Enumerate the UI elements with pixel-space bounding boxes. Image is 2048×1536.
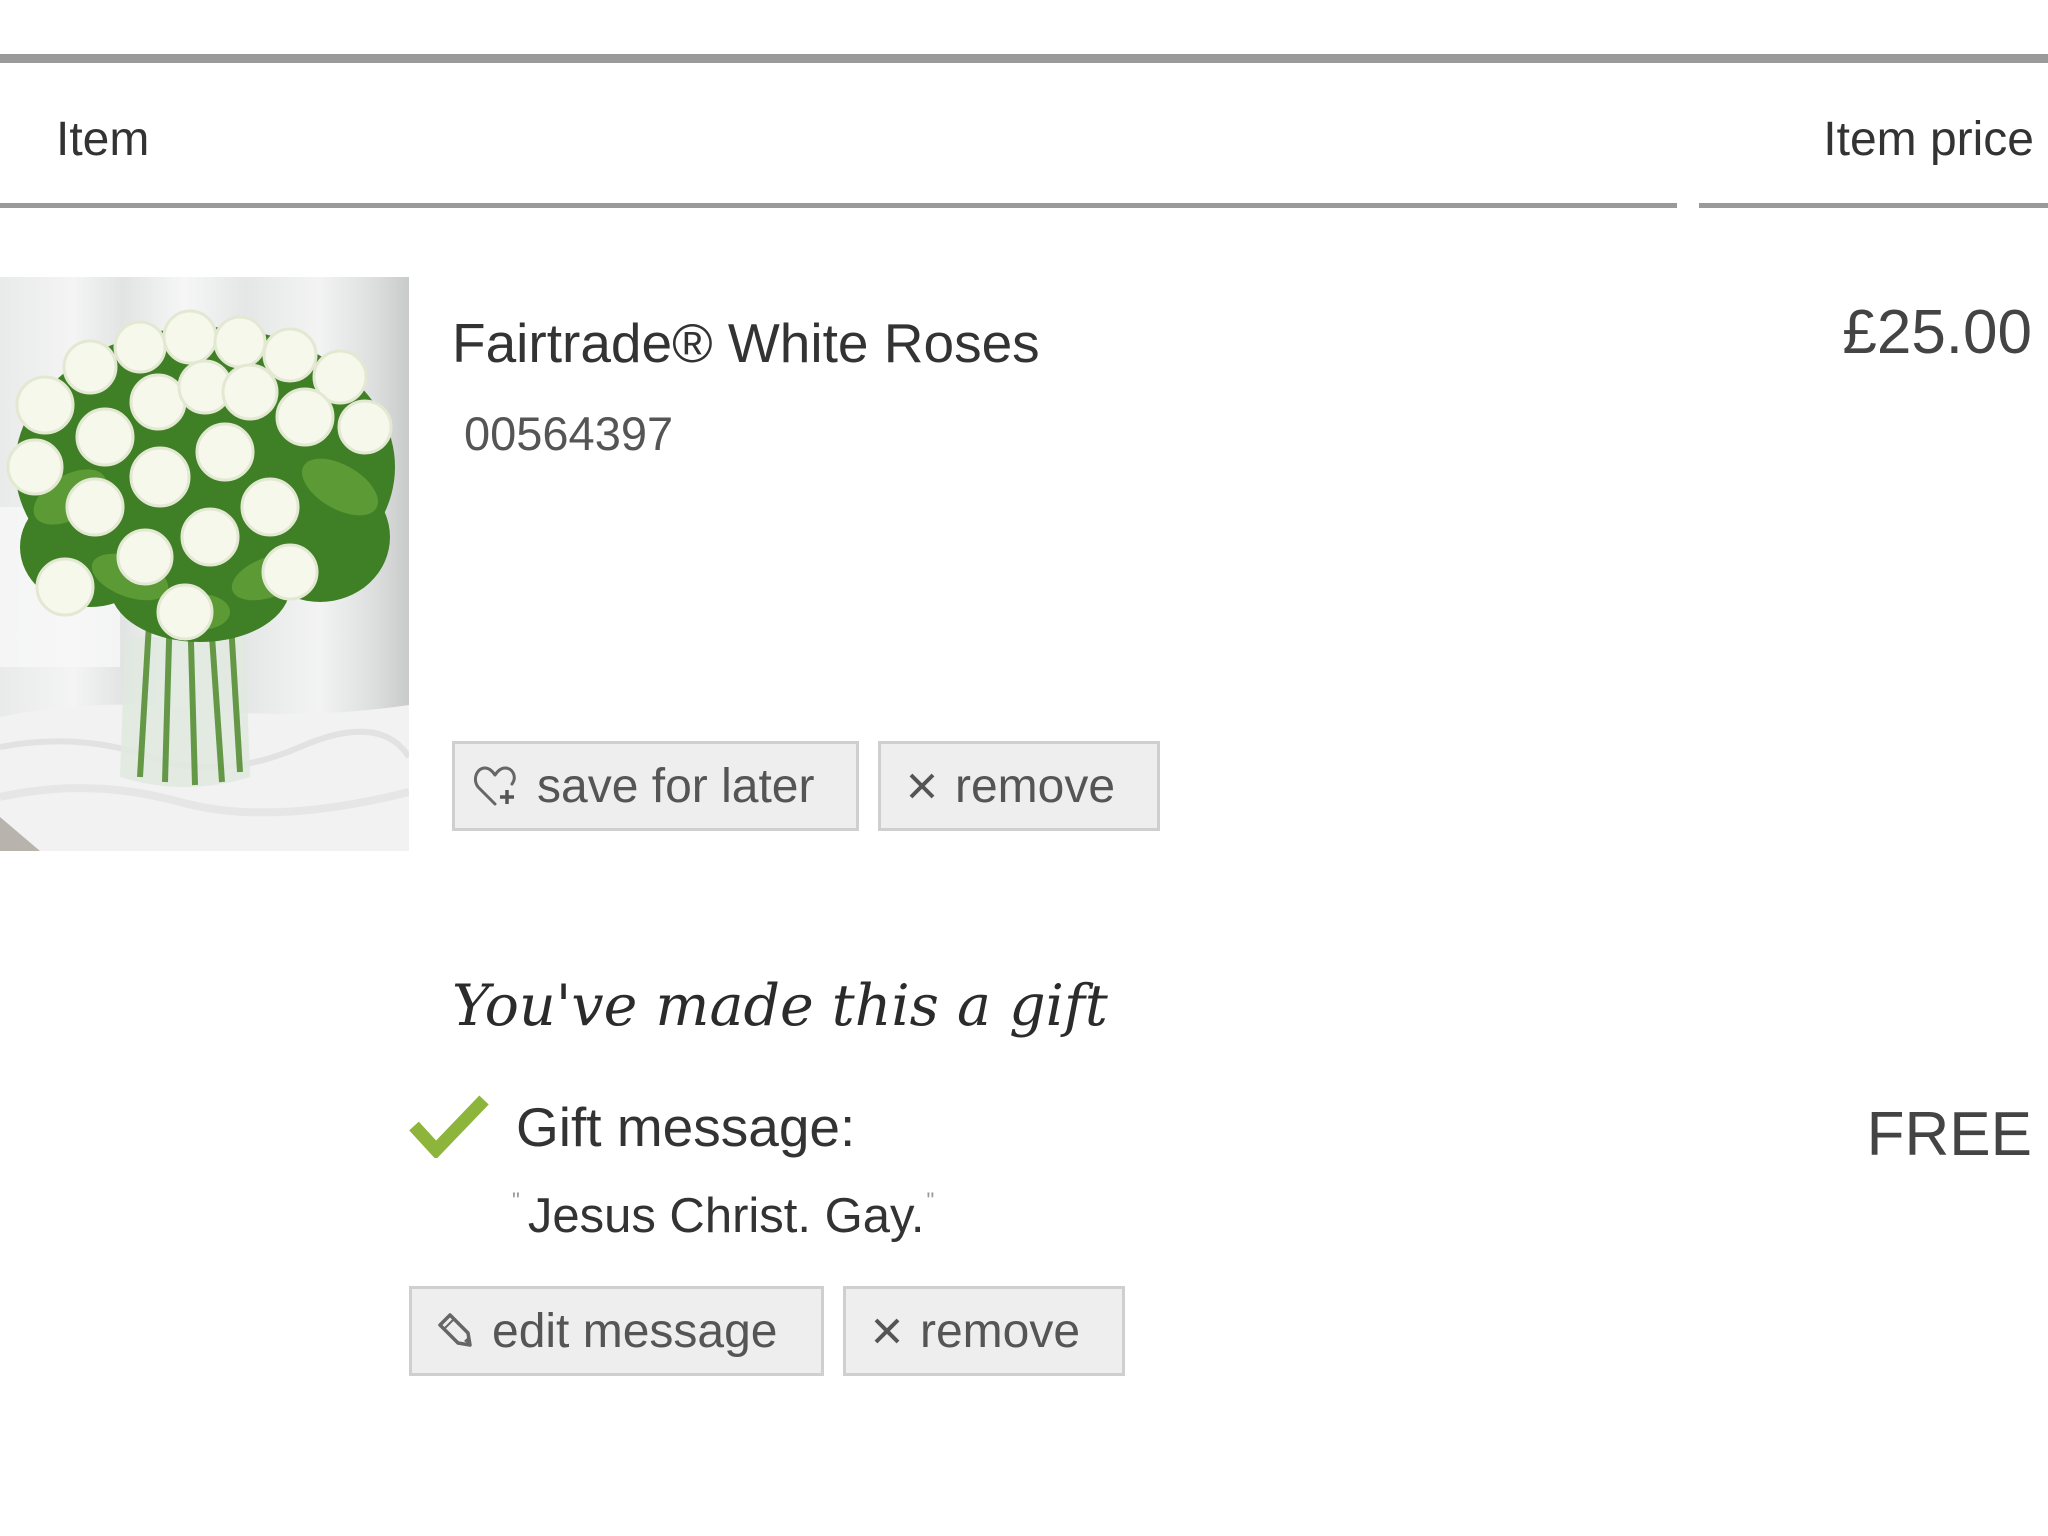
- save-for-later-button[interactable]: save for later: [452, 741, 859, 831]
- pencil-icon: [434, 1311, 474, 1351]
- close-quote: ": [926, 1188, 935, 1213]
- gift-message-body: Jesus Christ. Gay.: [527, 1189, 925, 1243]
- product-title[interactable]: Fairtrade® White Roses: [452, 316, 1040, 371]
- gift-price: FREE: [1866, 1100, 2032, 1169]
- remove-gift-button[interactable]: remove: [843, 1286, 1125, 1376]
- remove-item-button[interactable]: remove: [878, 741, 1160, 831]
- remove-gift-label: remove: [920, 1304, 1081, 1358]
- column-header-item: Item: [56, 113, 150, 166]
- item-price: £25.00: [1842, 298, 2032, 367]
- header-divider-item: [0, 203, 1677, 208]
- edit-message-button[interactable]: edit message: [409, 1286, 824, 1376]
- heart-plus-icon: [473, 764, 519, 808]
- close-icon: [907, 771, 937, 801]
- save-for-later-label: save for later: [537, 759, 815, 813]
- remove-item-label: remove: [955, 759, 1116, 813]
- column-header-item-price: Item price: [1823, 113, 2034, 166]
- edit-message-label: edit message: [492, 1304, 778, 1358]
- white-roses-illustration: [0, 309, 409, 851]
- check-icon: [408, 1092, 490, 1160]
- gift-message-text: " Jesus Christ. Gay.": [512, 1189, 934, 1243]
- close-icon: [872, 1316, 902, 1346]
- gift-heading: You've made this a gift: [452, 973, 1108, 1039]
- product-image[interactable]: [0, 277, 409, 851]
- open-quote: ": [512, 1188, 520, 1213]
- top-divider: [0, 54, 2048, 63]
- product-sku: 00564397: [464, 407, 674, 460]
- header-divider-price: [1699, 203, 2048, 208]
- gift-message-label: Gift message:: [516, 1096, 856, 1158]
